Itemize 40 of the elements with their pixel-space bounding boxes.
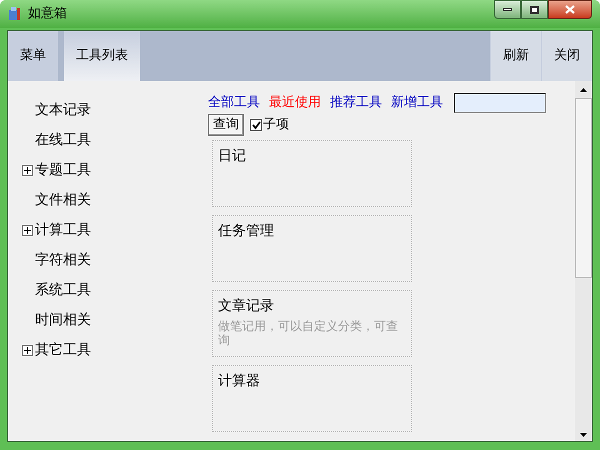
tree-item[interactable]: 文本记录	[35, 100, 91, 120]
close-button[interactable]	[548, 0, 592, 19]
checkbox-label: 子项	[263, 116, 289, 134]
tool-name: 任务管理	[218, 222, 275, 241]
tool-description: 做笔记用，可以自定义分类，可查询	[218, 319, 399, 347]
tool-card[interactable]: 日记	[212, 140, 412, 207]
tree-item[interactable]: 文件相关	[35, 190, 91, 210]
tree-item[interactable]: 其它工具	[35, 340, 91, 360]
search-button[interactable]: 查询	[208, 114, 244, 136]
tool-card[interactable]: 计算器	[212, 365, 412, 432]
tool-name: 计算器	[218, 372, 261, 391]
filter-link[interactable]: 新增工具	[391, 93, 443, 113]
expand-box-icon[interactable]	[22, 164, 33, 176]
filter-link[interactable]: 最近使用	[269, 93, 321, 113]
tree-item[interactable]: 时间相关	[35, 310, 91, 330]
tool-card[interactable]: 任务管理	[212, 215, 412, 282]
scrollbar[interactable]	[575, 81, 592, 441]
close-icon	[565, 5, 575, 14]
tree-item[interactable]: 在线工具	[35, 130, 91, 150]
checkbox[interactable]	[250, 119, 262, 131]
minimize-button[interactable]	[494, 0, 521, 19]
toolbar-button[interactable]: 关闭	[541, 31, 592, 81]
scrollbar-thumb[interactable]	[575, 98, 592, 278]
tree-item[interactable]: 计算工具	[35, 220, 91, 240]
expand-box-icon[interactable]	[22, 224, 33, 236]
maximize-button[interactable]	[521, 0, 548, 19]
search-field[interactable]	[454, 93, 546, 113]
toolbar-button[interactable]: 刷新	[490, 31, 541, 81]
tool-card[interactable]: 文章记录 做笔记用，可以自定义分类，可查询	[212, 290, 412, 357]
tool-name: 文章记录	[218, 297, 275, 316]
tree-item[interactable]: 系统工具	[35, 280, 91, 300]
tab[interactable]: 菜单	[8, 31, 58, 81]
tool-name: 日记	[218, 147, 247, 166]
filter-link[interactable]: 推荐工具	[330, 93, 382, 113]
tree-item[interactable]: 专题工具	[35, 160, 91, 180]
tab[interactable]: 工具列表	[64, 31, 140, 81]
filter-link[interactable]: 全部工具	[208, 93, 260, 113]
expand-box-icon[interactable]	[22, 344, 33, 356]
window-title: 如意箱	[28, 5, 67, 24]
tree-item[interactable]: 字符相关	[35, 250, 91, 270]
